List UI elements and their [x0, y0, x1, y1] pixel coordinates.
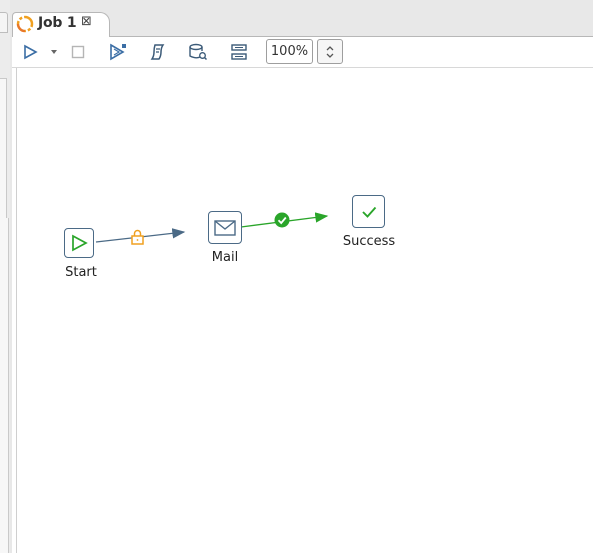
node-label-success: Success — [342, 234, 396, 249]
design-canvas[interactable] — [16, 68, 593, 553]
left-panel-scrollbar[interactable] — [0, 78, 7, 219]
left-panel — [0, 0, 10, 553]
mail-icon — [214, 219, 236, 236]
close-icon[interactable]: ⊠ — [81, 14, 92, 29]
node-mail[interactable] — [208, 211, 242, 244]
run-icon[interactable] — [20, 42, 40, 62]
node-label-mail: Mail — [211, 250, 239, 265]
zoom-input[interactable]: 100% — [266, 39, 313, 64]
stop-icon[interactable] — [69, 42, 87, 62]
run-dropdown-icon[interactable] — [47, 42, 61, 62]
job-icon — [16, 15, 34, 33]
left-panel-tab[interactable] — [0, 12, 8, 33]
tab-title: Job 1 — [38, 15, 77, 31]
layout-icon[interactable] — [228, 42, 250, 62]
db-search-icon[interactable] — [187, 42, 209, 62]
zoom-stepper[interactable] — [317, 39, 343, 64]
debug-run-icon[interactable] — [107, 42, 129, 62]
zoom-stepper-arrows-icon — [326, 45, 334, 58]
check-icon — [361, 206, 376, 218]
script-icon[interactable] — [147, 42, 169, 62]
left-panel-body — [0, 218, 9, 553]
node-label-start: Start — [65, 265, 97, 280]
node-start[interactable] — [64, 228, 94, 258]
node-success[interactable] — [352, 195, 385, 228]
play-icon — [72, 234, 88, 252]
